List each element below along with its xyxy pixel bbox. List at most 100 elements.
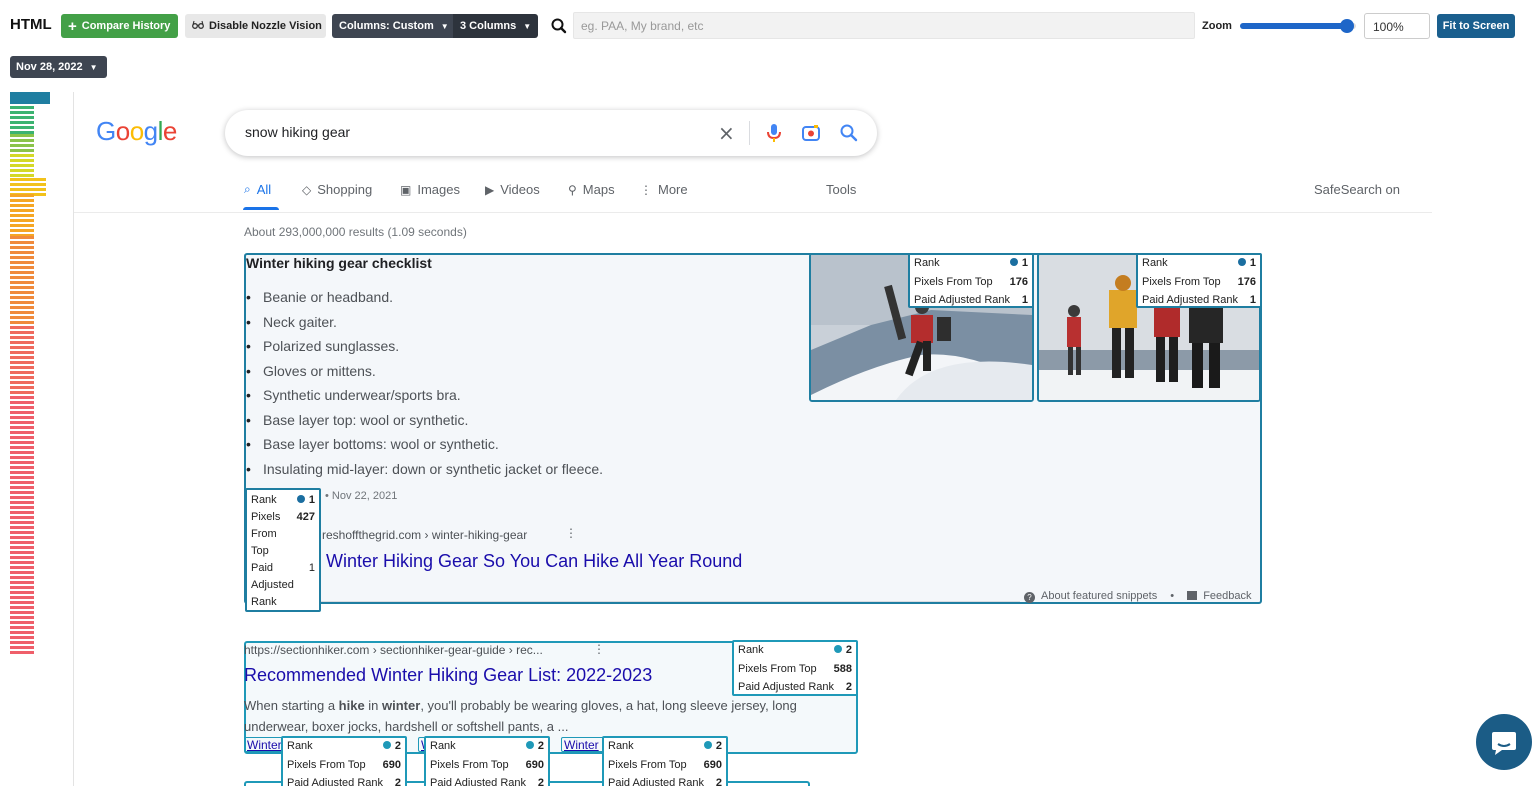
chat-bubble-icon — [1492, 732, 1516, 755]
logo-letter: g — [143, 116, 158, 146]
pixels-label: Pixels From Top — [738, 662, 817, 675]
tab-label: Images — [417, 182, 460, 197]
column-count-dropdown[interactable]: 3 Columns ▼ — [453, 14, 538, 38]
minimap-row — [10, 636, 34, 639]
rank-dot — [1009, 258, 1018, 266]
minimap-row — [10, 541, 34, 544]
minimap-row — [10, 416, 34, 419]
minimap-row — [10, 646, 34, 649]
image-icon: ▣ — [400, 182, 412, 197]
filter-search-input[interactable]: eg. PAA, My brand, etc — [573, 12, 1195, 39]
microphone-icon[interactable] — [763, 122, 785, 144]
sitelink[interactable]: Winter — [561, 737, 605, 752]
paid-rank-label: Paid Adjusted Rank — [287, 777, 384, 786]
minimap-row — [10, 346, 34, 349]
minimap-row — [10, 341, 34, 344]
date-dropdown[interactable]: Nov 28, 2022 ▼ — [10, 56, 107, 78]
serp-minimap[interactable] — [8, 92, 52, 654]
result-url[interactable]: https://sectionhiker.com › sectionhiker-… — [244, 643, 543, 657]
minimap-row — [10, 391, 34, 394]
minimap-row — [10, 571, 34, 574]
about-snippets-link[interactable]: About featured snippets — [1041, 590, 1157, 602]
minimap-row — [10, 149, 34, 152]
list-item: • Neck gaiter. — [246, 310, 603, 335]
paid-rank-label: Paid Adjusted Rank — [608, 777, 705, 786]
tab-shopping[interactable]: ◇ Shopping — [302, 182, 372, 197]
minimap-row — [10, 134, 34, 137]
tab-maps[interactable]: ⚲ Maps — [568, 182, 615, 197]
minimap-row — [10, 199, 34, 202]
pixels-label: Pixels From Top — [914, 275, 993, 288]
clear-icon[interactable]: × — [718, 121, 735, 145]
video-icon: ▶ — [485, 182, 495, 197]
google-search-query[interactable]: snow hiking gear — [245, 124, 350, 140]
minimap-row — [10, 291, 34, 294]
search-icon[interactable] — [838, 122, 860, 144]
list-item-text: Gloves or mittens. — [263, 362, 376, 379]
snippet-link-title[interactable]: Winter Hiking Gear So You Can Hike All Y… — [326, 551, 742, 572]
desc-bold: winter — [382, 698, 421, 713]
tab-more[interactable]: ⋮ More — [640, 182, 688, 197]
paid-rank-value: 1 — [1021, 294, 1028, 306]
list-item: • Base layer bottoms: wool or synthetic. — [246, 432, 603, 457]
lens-camera-icon[interactable] — [800, 122, 822, 144]
tab-tools[interactable]: Tools — [826, 182, 856, 197]
logo-letter: G — [96, 116, 116, 146]
minimap-row — [10, 316, 34, 319]
sitelink[interactable]: Winter — [244, 737, 284, 752]
minimap-row — [10, 401, 34, 404]
list-item-text: Synthetic underwear/sports bra. — [263, 387, 461, 404]
list-item: • Polarized sunglasses. — [246, 334, 603, 359]
feedback-link[interactable]: Feedback — [1203, 590, 1251, 602]
google-search-box[interactable]: snow hiking gear × — [225, 110, 877, 156]
columns-dropdown[interactable]: Columns: Custom ▼ — [332, 14, 453, 38]
chat-widget-button[interactable] — [1476, 714, 1532, 770]
fit-to-screen-button[interactable]: Fit to Screen — [1437, 14, 1515, 38]
minimap-row — [10, 261, 34, 264]
zoom-slider[interactable] — [1240, 19, 1356, 33]
list-item: • Base layer top: wool or synthetic. — [246, 408, 603, 433]
search-box-divider — [749, 121, 750, 145]
rank-label: Rank — [1142, 257, 1168, 269]
minimap-row — [10, 266, 34, 269]
minimap-row — [10, 224, 34, 227]
snippet-date: • Nov 22, 2021 — [325, 490, 398, 502]
minimap-row — [10, 461, 34, 464]
minimap-row — [10, 611, 34, 614]
pixels-label: Pixels From Top — [251, 511, 281, 557]
rank-label: Rank — [251, 494, 277, 506]
list-item: • Insulating mid-layer: down or synthetic… — [246, 457, 603, 482]
minimap-row — [10, 209, 34, 212]
minimap-row — [10, 159, 34, 162]
minimap-row — [10, 326, 34, 329]
minimap-row — [10, 188, 46, 191]
zoom-value-input[interactable]: 100% — [1364, 13, 1430, 39]
tab-videos[interactable]: ▶ Videos — [485, 182, 540, 197]
more-options-icon[interactable]: ⋮ — [593, 642, 605, 656]
minimap-row — [10, 229, 34, 232]
logo-letter: e — [162, 116, 177, 146]
google-logo[interactable]: Google — [96, 116, 177, 147]
compare-history-button[interactable]: + Compare History — [61, 14, 178, 38]
tab-images[interactable]: ▣ Images — [400, 182, 460, 197]
tab-all[interactable]: ⌕ All — [244, 182, 271, 197]
minimap-row — [10, 321, 34, 324]
more-options-icon[interactable]: ⋮ — [565, 526, 577, 540]
zoom-slider-thumb[interactable] — [1339, 19, 1354, 33]
list-item-text: Base layer top: wool or synthetic. — [263, 411, 469, 428]
result-title-link[interactable]: Recommended Winter Hiking Gear List: 202… — [244, 665, 652, 686]
rank-dot — [1237, 258, 1246, 266]
rank-value: 1 — [1249, 257, 1256, 269]
rank-value: 2 — [537, 740, 544, 752]
minimap-row — [10, 436, 34, 439]
tab-label: Shopping — [317, 182, 373, 197]
minimap-row — [10, 446, 34, 449]
snippet-url[interactable]: reshoffthegrid.com › winter-hiking-gear — [322, 528, 527, 542]
minimap-row — [10, 271, 34, 274]
disable-vision-button[interactable]: Disable Nozzle Vision — [185, 14, 326, 38]
minimap-row — [10, 406, 34, 409]
paid-rank-label: Paid Adjusted Rank — [430, 777, 527, 786]
minimap-row — [10, 194, 34, 197]
safesearch-status[interactable]: SafeSearch on — [1314, 182, 1400, 197]
rank-dot — [833, 645, 842, 653]
